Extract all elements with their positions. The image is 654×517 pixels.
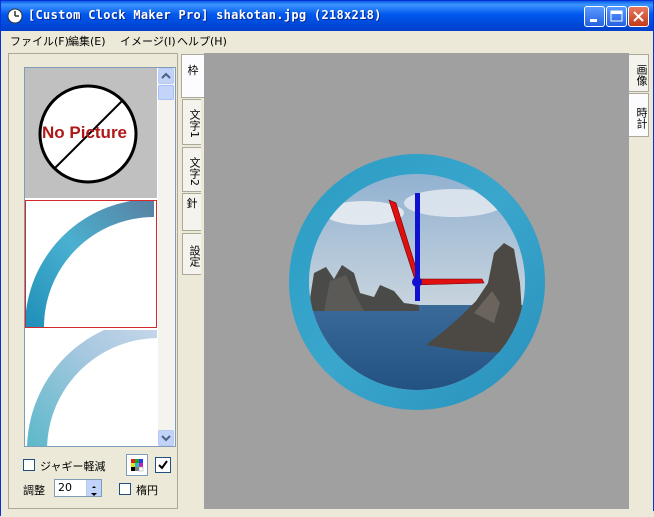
list-item-frame-selected[interactable]: [25, 198, 157, 328]
menu-bar: ファイル(F) 編集(E) イメージ(I) ヘルプ(H): [1, 31, 653, 50]
color-enable-checkbox[interactable]: [155, 457, 171, 473]
list-item-frame[interactable]: [25, 318, 159, 446]
chevron-down-icon: [161, 435, 171, 442]
maximize-icon: [610, 10, 623, 22]
tab-frame-label: 枠: [187, 64, 199, 77]
close-button[interactable]: [628, 6, 649, 27]
frame-list[interactable]: No Picture: [24, 67, 176, 447]
tab-text1-label: 文字1: [188, 109, 201, 138]
list-item-no-picture[interactable]: No Picture: [25, 68, 157, 198]
tab-settings-label: 設定: [188, 244, 201, 267]
spin-down-icon: [91, 493, 97, 496]
tab-clock[interactable]: 時計: [629, 93, 649, 137]
menu-file[interactable]: ファイル(F): [10, 33, 69, 49]
adjust-spinner[interactable]: 20: [54, 479, 102, 497]
title-bar[interactable]: [Custom Clock Maker Pro] shakotan.jpg (2…: [1, 1, 653, 31]
frame-panel: No Picture ジャギー軽減 調整 20 楕円: [8, 53, 178, 509]
tab-text2-label: 文字2: [188, 156, 201, 186]
app-clock-icon: [7, 8, 23, 24]
scroll-up-button[interactable]: [158, 68, 174, 84]
scroll-down-button[interactable]: [158, 430, 174, 446]
tab-image[interactable]: 画像: [629, 54, 649, 92]
adjust-label: 調整: [23, 484, 45, 497]
menu-image[interactable]: イメージ(I): [120, 33, 176, 49]
adjust-value[interactable]: 20: [58, 481, 72, 494]
tab-hands-label: 針: [186, 197, 198, 210]
tab-text1[interactable]: 文字1: [182, 99, 201, 145]
jaggy-checkbox[interactable]: [23, 459, 35, 471]
window-title: [Custom Clock Maker Pro] shakotan.jpg (2…: [28, 8, 382, 22]
frame-preview-ring-2: [27, 318, 159, 446]
menu-edit[interactable]: 編集(E): [68, 33, 106, 49]
checkmark-icon: [158, 460, 168, 470]
minimize-icon: [590, 19, 597, 22]
minimize-button[interactable]: [584, 6, 605, 27]
clock-preview: [289, 154, 545, 410]
color-button[interactable]: [126, 454, 148, 476]
no-picture-label: No Picture: [42, 123, 128, 142]
app-window: [Custom Clock Maker Pro] shakotan.jpg (2…: [0, 0, 654, 517]
maximize-button[interactable]: [606, 6, 627, 27]
color-palette-icon: [131, 459, 144, 472]
spin-down-button[interactable]: [86, 488, 101, 496]
window-bottom-border: [1, 511, 654, 517]
scroll-thumb[interactable]: [158, 85, 174, 100]
chevron-up-icon: [161, 72, 171, 79]
close-icon: [633, 11, 644, 22]
preview-canvas[interactable]: [204, 53, 629, 509]
menu-help[interactable]: ヘルプ(H): [177, 33, 227, 49]
frame-preview-ring: [26, 198, 154, 328]
tab-clock-label: 時計: [635, 107, 648, 129]
tab-frame[interactable]: 枠: [181, 54, 204, 98]
spin-up-button[interactable]: [86, 480, 101, 489]
tab-settings[interactable]: 設定: [182, 233, 201, 275]
ellipse-label: 楕円: [136, 484, 158, 497]
tab-text2[interactable]: 文字2: [182, 147, 201, 192]
tab-hands[interactable]: 針: [182, 193, 201, 231]
frame-list-scrollbar[interactable]: [158, 68, 175, 446]
ellipse-checkbox[interactable]: [119, 483, 131, 495]
jaggy-label: ジャギー軽減: [40, 460, 106, 473]
tab-image-label: 画像: [635, 64, 648, 86]
